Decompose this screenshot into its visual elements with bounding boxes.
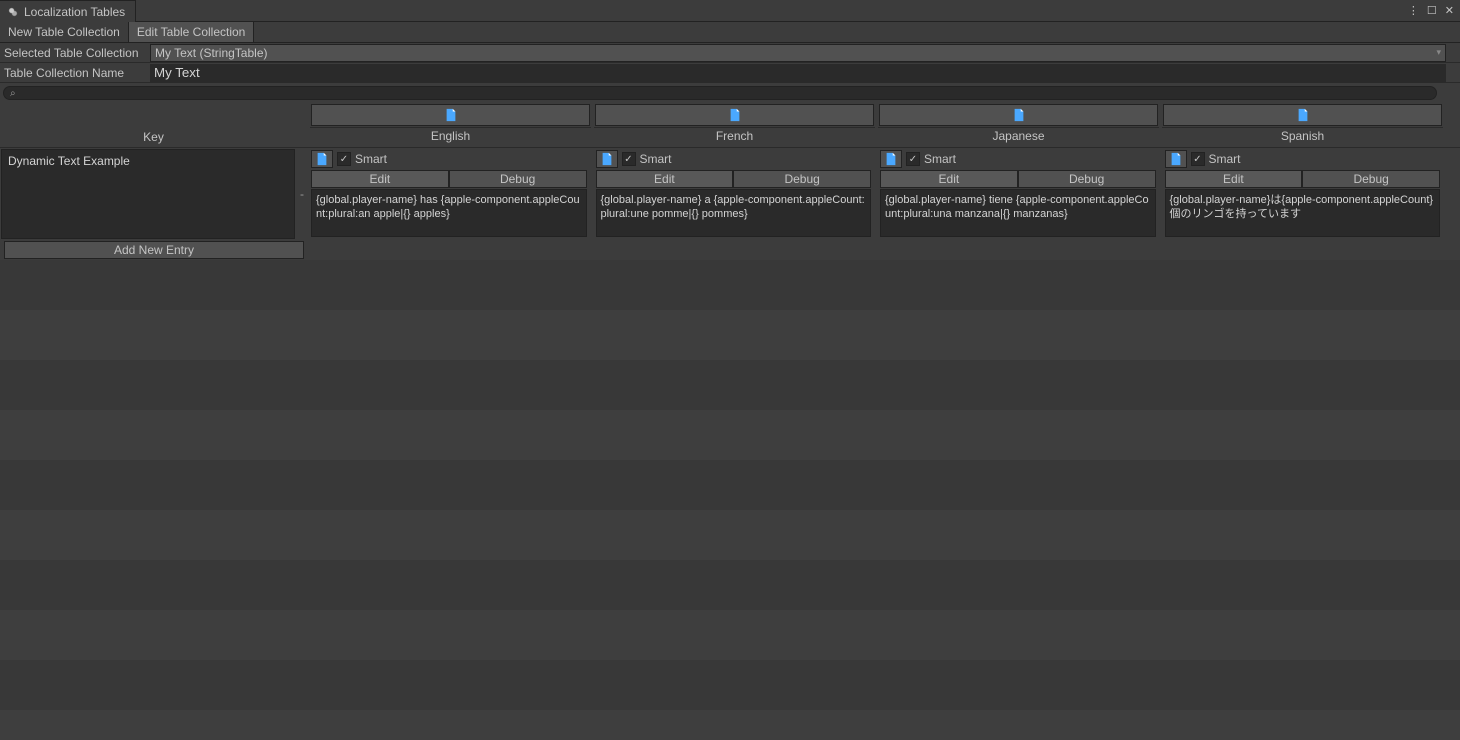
entry-value-input[interactable]: {global.player-name} tiene {apple-compon…: [880, 189, 1156, 237]
file-icon: [1012, 108, 1026, 122]
smart-label: Smart: [640, 152, 672, 166]
lang-header-label: Japanese: [878, 127, 1159, 147]
smart-checkbox[interactable]: ✓: [622, 152, 636, 166]
debug-button[interactable]: Debug: [1302, 170, 1440, 188]
edit-button[interactable]: Edit: [596, 170, 734, 188]
remove-entry-button[interactable]: -: [296, 148, 308, 240]
lang-header-label: Spanish: [1162, 127, 1443, 147]
lang-header-label: French: [594, 127, 875, 147]
smart-label: Smart: [924, 152, 956, 166]
collection-name-label: Table Collection Name: [0, 66, 150, 80]
entry-value-input[interactable]: {global.player-name}は{apple-component.ap…: [1165, 189, 1441, 237]
add-new-entry-button[interactable]: Add New Entry: [4, 241, 304, 259]
lang-header-french-button[interactable]: [595, 104, 874, 126]
debug-button[interactable]: Debug: [1018, 170, 1156, 188]
file-icon: [884, 152, 898, 166]
entry-key-input[interactable]: Dynamic Text Example: [1, 149, 295, 239]
entry-file-button[interactable]: [596, 150, 618, 168]
file-icon: [728, 108, 742, 122]
smart-checkbox[interactable]: ✓: [1191, 152, 1205, 166]
window-title: Localization Tables: [24, 5, 125, 19]
smart-checkbox[interactable]: ✓: [337, 152, 351, 166]
entry-file-button[interactable]: [880, 150, 902, 168]
collection-name-input[interactable]: [150, 64, 1446, 82]
window-menu-icon[interactable]: ⋮: [1408, 4, 1419, 17]
file-icon: [600, 152, 614, 166]
selected-collection-dropdown[interactable]: My Text (StringTable) ▾: [150, 44, 1446, 62]
localization-icon: [6, 5, 20, 19]
file-icon: [1296, 108, 1310, 122]
window-tab[interactable]: Localization Tables: [0, 0, 136, 22]
search-input[interactable]: ⌕: [3, 86, 1437, 100]
selected-collection-value: My Text (StringTable): [155, 46, 267, 60]
lang-header-japanese-button[interactable]: [879, 104, 1158, 126]
empty-table-area: [0, 260, 1460, 740]
debug-button[interactable]: Debug: [449, 170, 587, 188]
selected-collection-label: Selected Table Collection: [0, 46, 150, 60]
tab-new-collection[interactable]: New Table Collection: [0, 22, 129, 42]
file-icon: [1169, 152, 1183, 166]
smart-checkbox[interactable]: ✓: [906, 152, 920, 166]
entry-file-button[interactable]: [311, 150, 333, 168]
entry-file-button[interactable]: [1165, 150, 1187, 168]
edit-button[interactable]: Edit: [1165, 170, 1303, 188]
smart-label: Smart: [355, 152, 387, 166]
edit-button[interactable]: Edit: [311, 170, 449, 188]
chevron-down-icon: ▾: [1436, 47, 1441, 58]
debug-button[interactable]: Debug: [733, 170, 871, 188]
tab-edit-collection[interactable]: Edit Table Collection: [129, 22, 255, 42]
file-icon: [444, 108, 458, 122]
lang-header-label: English: [310, 127, 591, 147]
lang-header-spanish-button[interactable]: [1163, 104, 1442, 126]
smart-label: Smart: [1209, 152, 1241, 166]
edit-button[interactable]: Edit: [880, 170, 1018, 188]
search-icon: ⌕: [10, 88, 16, 99]
window-close-icon[interactable]: ✕: [1445, 4, 1454, 17]
lang-header-english-button[interactable]: [311, 104, 590, 126]
entry-value-input[interactable]: {global.player-name} has {apple-componen…: [311, 189, 587, 237]
file-icon: [315, 152, 329, 166]
key-column-header: Key: [0, 103, 307, 147]
entry-value-input[interactable]: {global.player-name} a {apple-component.…: [596, 189, 872, 237]
window-maximize-icon[interactable]: ☐: [1427, 4, 1437, 17]
